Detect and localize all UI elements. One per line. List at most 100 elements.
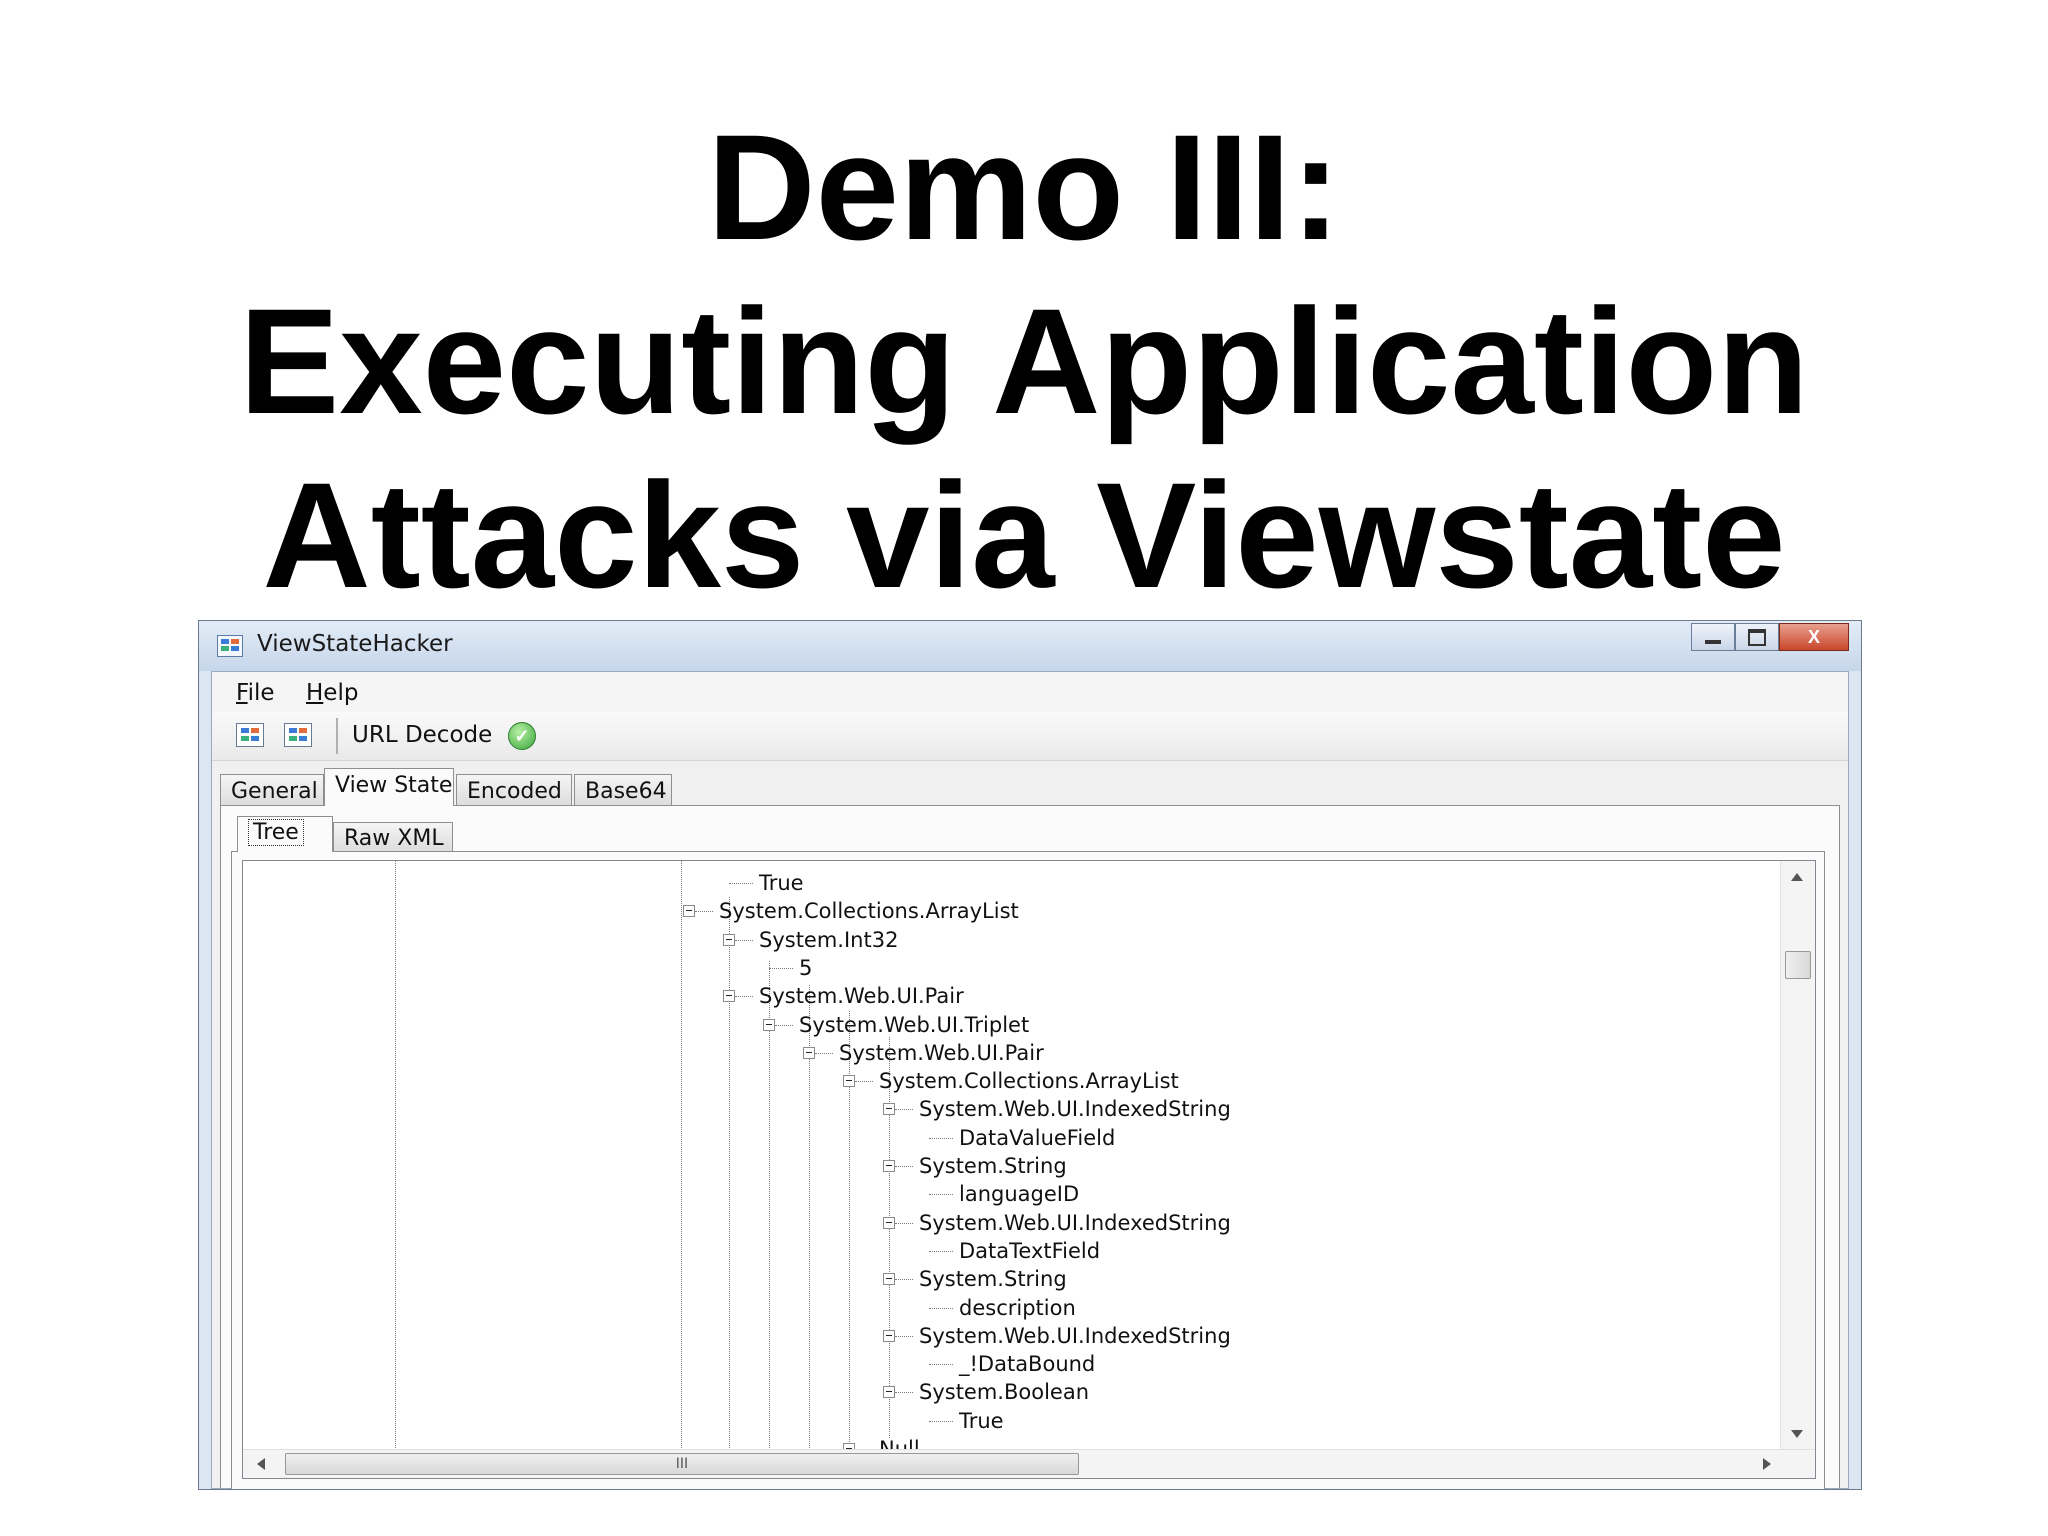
scroll-right-icon[interactable]	[1763, 1458, 1771, 1470]
tab-encoded[interactable]: Encoded	[456, 774, 572, 806]
collapse-icon[interactable]	[883, 1329, 895, 1342]
minimize-button[interactable]	[1691, 623, 1735, 651]
tree-node[interactable]: System.Web.UI.IndexedString	[919, 1097, 1231, 1121]
tree-panel: True System.Collections.ArrayList System.I…	[231, 851, 1825, 1489]
tree-node[interactable]: languageID	[959, 1182, 1079, 1206]
tree-connector	[769, 967, 793, 969]
title-line-1: Demo III:	[707, 103, 1341, 271]
view-state-panel: Tree Raw XML True System.Collections.Arra…	[220, 805, 1840, 1489]
horizontal-scroll-thumb[interactable]: III	[285, 1453, 1079, 1475]
url-decode-button[interactable]: URL Decode	[352, 722, 492, 748]
tree-connector	[929, 1307, 953, 1309]
tree-connector	[929, 1137, 953, 1139]
tree-node[interactable]: DataValueField	[959, 1126, 1115, 1150]
tree-connector	[929, 1194, 953, 1196]
toolbar-separator	[336, 718, 338, 754]
vertical-scrollbar[interactable]	[1780, 861, 1815, 1450]
title-line-2: Executing Application	[239, 277, 1809, 445]
close-icon: X	[1807, 626, 1820, 647]
horizontal-scrollbar[interactable]: III	[243, 1449, 1815, 1478]
collapse-icon[interactable]	[883, 1160, 895, 1172]
maximize-button[interactable]	[1735, 623, 1779, 651]
tree-node[interactable]: System.Web.UI.Triplet	[799, 1013, 1029, 1037]
tree-node[interactable]: True	[959, 1409, 1004, 1433]
tree-node[interactable]: System.Int32	[759, 928, 898, 952]
collapse-icon[interactable]	[883, 1216, 895, 1229]
collapse-icon[interactable]	[683, 905, 695, 918]
window-titlebar[interactable]: ViewStateHacker X	[199, 621, 1861, 671]
menu-bar: File Help	[212, 672, 1848, 712]
window-controls: X	[1691, 623, 1849, 653]
scroll-left-icon[interactable]	[257, 1458, 265, 1470]
tree-connector	[929, 1250, 953, 1252]
subtab-tree-label: Tree	[248, 819, 304, 846]
viewstate-icon-2[interactable]	[284, 723, 312, 747]
tree-node[interactable]: System.String	[919, 1267, 1067, 1291]
tree-guide-line	[889, 1037, 890, 1438]
tree-connector	[895, 1166, 913, 1167]
tree-connector	[895, 1109, 913, 1111]
tree-connector	[895, 1392, 913, 1394]
tab-base64[interactable]: Base64	[574, 774, 672, 806]
collapse-icon[interactable]	[883, 1273, 895, 1286]
tree-node[interactable]: 5	[799, 956, 812, 980]
tree-node[interactable]: System.Web.UI.IndexedString	[919, 1324, 1231, 1348]
collapse-icon[interactable]	[723, 990, 735, 1003]
tree-view[interactable]: True System.Collections.ArrayList System.I…	[242, 860, 1816, 1479]
tab-view-state[interactable]: View State	[324, 768, 454, 806]
app-icon	[217, 635, 243, 657]
tree-guide-line	[681, 861, 682, 1448]
tree-node[interactable]: System.String	[919, 1154, 1067, 1178]
tree-connector	[729, 883, 753, 884]
collapse-icon[interactable]	[883, 1103, 895, 1116]
slide-title: Demo III: Executing Application Attacks …	[0, 100, 2048, 622]
subtab-tree[interactable]: Tree	[237, 816, 333, 852]
tree-connector	[929, 1420, 953, 1422]
tree-connector	[775, 1024, 793, 1026]
viewstatehacker-window: ViewStateHacker X File Help URL Decode ✓…	[198, 620, 1862, 1490]
tree-node[interactable]: description	[959, 1296, 1076, 1320]
menu-file[interactable]: File	[236, 680, 275, 706]
collapse-icon[interactable]	[723, 933, 735, 946]
tab-general[interactable]: General	[220, 774, 324, 806]
tree-node[interactable]: True	[759, 871, 804, 895]
menu-help[interactable]: Help	[306, 680, 358, 706]
tree-node[interactable]: DataTextField	[959, 1239, 1100, 1263]
tree-node[interactable]: System.Web.UI.IndexedString	[919, 1211, 1231, 1235]
viewstate-icon-1[interactable]	[236, 723, 264, 747]
tree-connector	[895, 1335, 913, 1337]
sub-tabs: Tree Raw XML	[237, 816, 637, 852]
tree-connector	[895, 1279, 913, 1281]
tree-node[interactable]: System.Collections.ArrayList	[719, 899, 1019, 923]
collapse-icon[interactable]	[843, 1075, 855, 1088]
tree-guide-line	[729, 897, 730, 1448]
window-title: ViewStateHacker	[257, 631, 453, 657]
collapse-icon[interactable]	[763, 1018, 775, 1031]
maximize-icon	[1748, 628, 1766, 646]
scroll-up-icon[interactable]	[1791, 873, 1803, 881]
collapse-icon[interactable]	[803, 1046, 815, 1059]
tree-node[interactable]: System.Web.UI.Pair	[839, 1041, 1044, 1065]
close-button[interactable]: X	[1779, 623, 1849, 651]
tree-connector	[815, 1052, 833, 1054]
tree-node[interactable]: System.Boolean	[919, 1380, 1089, 1404]
check-icon[interactable]: ✓	[508, 722, 536, 750]
toolbar: URL Decode ✓	[212, 712, 1848, 761]
window-client: File Help URL Decode ✓ General View Stat…	[211, 671, 1849, 1489]
main-tabs: General View State Encoded Base64	[212, 768, 1848, 806]
collapse-icon[interactable]	[883, 1386, 895, 1399]
tree-node[interactable]: System.Web.UI.Pair	[759, 984, 964, 1008]
vertical-scroll-thumb[interactable]	[1785, 951, 1811, 979]
tree-guide-line	[395, 861, 396, 1448]
tree-node[interactable]: System.Collections.ArrayList	[879, 1069, 1179, 1093]
tree-connector	[735, 996, 753, 998]
title-line-3: Attacks via Viewstate	[262, 451, 1786, 619]
scroll-down-icon[interactable]	[1791, 1430, 1803, 1438]
subtab-raw-xml[interactable]: Raw XML	[333, 822, 453, 852]
tree-connector	[735, 939, 753, 941]
tree-node[interactable]: _!DataBound	[959, 1352, 1095, 1376]
minimize-icon	[1705, 640, 1721, 644]
tree-connector	[895, 1222, 913, 1224]
tree-connector	[695, 911, 713, 913]
tree-guide-line	[769, 961, 770, 1448]
